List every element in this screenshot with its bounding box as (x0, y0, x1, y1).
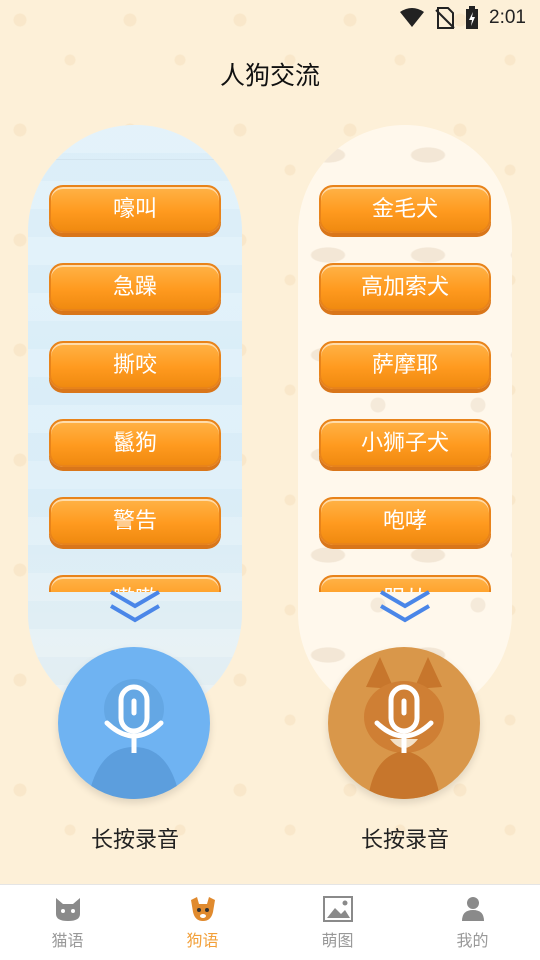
battery-icon (466, 6, 479, 29)
image-icon (322, 895, 353, 923)
person-icon (458, 895, 488, 923)
nav-label: 猫语 (51, 930, 84, 950)
breed-button[interactable]: 小狮子犬 (319, 419, 491, 467)
left-button-list[interactable]: 嚎叫 急躁 撕咬 鬣狗 警告 嗷嗷 (28, 182, 242, 592)
sound-button[interactable]: 撕咬 (49, 341, 221, 389)
nav-item-cat[interactable]: 猫语 (0, 885, 135, 960)
bottom-navigation: 猫语 狗语 萌图 我的 (0, 884, 540, 960)
nav-label: 我的 (456, 930, 489, 950)
nav-label: 狗语 (186, 930, 219, 950)
sound-button[interactable]: 警告 (49, 497, 221, 545)
breed-button[interactable]: 金毛犬 (319, 185, 491, 233)
right-panel: 金毛犬 高加索犬 萨摩耶 小狮子犬 咆哮 服从 (298, 125, 512, 720)
nav-item-profile[interactable]: 我的 (405, 885, 540, 960)
sound-button[interactable]: 嚎叫 (49, 185, 221, 233)
dog-record-button[interactable] (328, 647, 480, 799)
human-record-label: 长按录音 (90, 828, 179, 853)
nav-label: 萌图 (321, 930, 354, 950)
breed-button[interactable]: 萨摩耶 (319, 341, 491, 389)
sound-button[interactable]: 鬣狗 (49, 419, 221, 467)
scroll-down-chevron-icon[interactable] (105, 586, 165, 626)
cat-icon (53, 895, 83, 923)
scroll-down-chevron-icon[interactable] (375, 586, 435, 626)
human-record-button[interactable] (58, 647, 210, 799)
microphone-icon (374, 684, 434, 753)
dog-record-label: 长按录音 (360, 828, 449, 853)
page-title: 人狗交流 (219, 61, 320, 90)
nav-item-dog[interactable]: 狗语 (135, 885, 270, 960)
breed-button[interactable]: 高加索犬 (319, 263, 491, 311)
status-time: 2:01 (489, 7, 526, 28)
microphone-icon (104, 684, 164, 753)
status-bar: 2:01 (0, 0, 540, 36)
breed-button[interactable]: 咆哮 (319, 497, 491, 545)
left-panel: 嚎叫 急躁 撕咬 鬣狗 警告 嗷嗷 (28, 125, 242, 720)
dog-icon (188, 895, 218, 923)
sound-button[interactable]: 急躁 (49, 263, 221, 311)
no-sim-icon (435, 7, 455, 29)
wifi-icon (400, 8, 425, 27)
right-button-list[interactable]: 金毛犬 高加索犬 萨摩耶 小狮子犬 咆哮 服从 (298, 182, 512, 592)
nav-item-images[interactable]: 萌图 (270, 885, 405, 960)
